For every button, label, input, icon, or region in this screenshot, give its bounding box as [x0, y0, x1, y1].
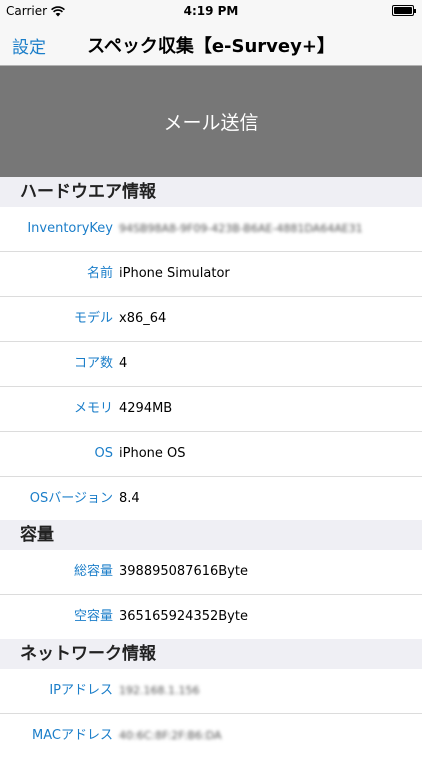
row-label: InventoryKey: [27, 221, 113, 236]
row-label: OS: [94, 446, 113, 461]
row-core-count: コア数 4: [0, 342, 422, 387]
row-device-name: 名前 iPhone Simulator: [0, 252, 422, 297]
row-value: 4: [119, 356, 128, 371]
row-ip-address: IPアドレス 192.168.1.156: [0, 669, 422, 714]
row-value: 8.4: [119, 491, 140, 506]
settings-back-button[interactable]: 設定: [12, 33, 46, 58]
row-value: 192.168.1.156: [119, 684, 200, 697]
row-total-capacity: 総容量 398895087616Byte: [0, 550, 422, 595]
row-value: 94SB98A8-9F09-423B-B6AE-4881DA64AE31: [119, 222, 363, 235]
row-value: iPhone Simulator: [119, 266, 230, 281]
row-value: x86_64: [119, 311, 167, 326]
row-os-version: OSバージョン 8.4: [0, 477, 422, 522]
row-label: メモリ: [73, 401, 113, 416]
send-mail-button[interactable]: メール送信: [0, 66, 422, 177]
row-value: 398895087616Byte: [119, 564, 248, 579]
row-model: モデル x86_64: [0, 297, 422, 342]
navigation-bar: 設定 スペック収集【e-Survey+】: [0, 22, 422, 66]
section-header-hardware: ハードウエア情報: [0, 177, 422, 207]
row-label: OSバージョン: [29, 491, 113, 506]
row-memory: メモリ 4294MB: [0, 387, 422, 432]
row-value: 365165924352Byte: [119, 609, 248, 624]
row-value: 4294MB: [119, 401, 173, 416]
row-free-capacity: 空容量 365165924352Byte: [0, 595, 422, 640]
row-label: MACアドレス: [32, 728, 113, 743]
row-inventory-key: InventoryKey 94SB98A8-9F09-423B-B6AE-488…: [0, 207, 422, 252]
row-value: 40:6C:8F:2F:B6:DA: [119, 729, 222, 742]
section-header-network: ネットワーク情報: [0, 639, 422, 669]
row-os: OS iPhone OS: [0, 432, 422, 477]
section-header-capacity: 容量: [0, 520, 422, 550]
hardware-info-list: InventoryKey 94SB98A8-9F09-423B-B6AE-488…: [0, 207, 422, 522]
network-info-list: IPアドレス 192.168.1.156 MACアドレス 40:6C:8F:2F…: [0, 669, 422, 759]
page-title: スペック収集【e-Survey+】: [87, 36, 335, 57]
row-label: IPアドレス: [49, 683, 113, 698]
row-value: iPhone OS: [119, 446, 186, 461]
battery-icon: [392, 5, 416, 16]
status-bar: Carrier 4:19 PM: [0, 0, 422, 22]
row-mac-address: MACアドレス 40:6C:8F:2F:B6:DA: [0, 714, 422, 759]
row-label: モデル: [73, 311, 113, 326]
capacity-info-list: 総容量 398895087616Byte 空容量 365165924352Byt…: [0, 550, 422, 640]
status-time: 4:19 PM: [183, 4, 239, 18]
row-label: 名前: [86, 266, 113, 281]
row-label: 空容量: [73, 609, 113, 624]
row-label: 総容量: [73, 564, 113, 579]
send-mail-label: メール送信: [163, 112, 259, 134]
row-label: コア数: [73, 356, 113, 371]
